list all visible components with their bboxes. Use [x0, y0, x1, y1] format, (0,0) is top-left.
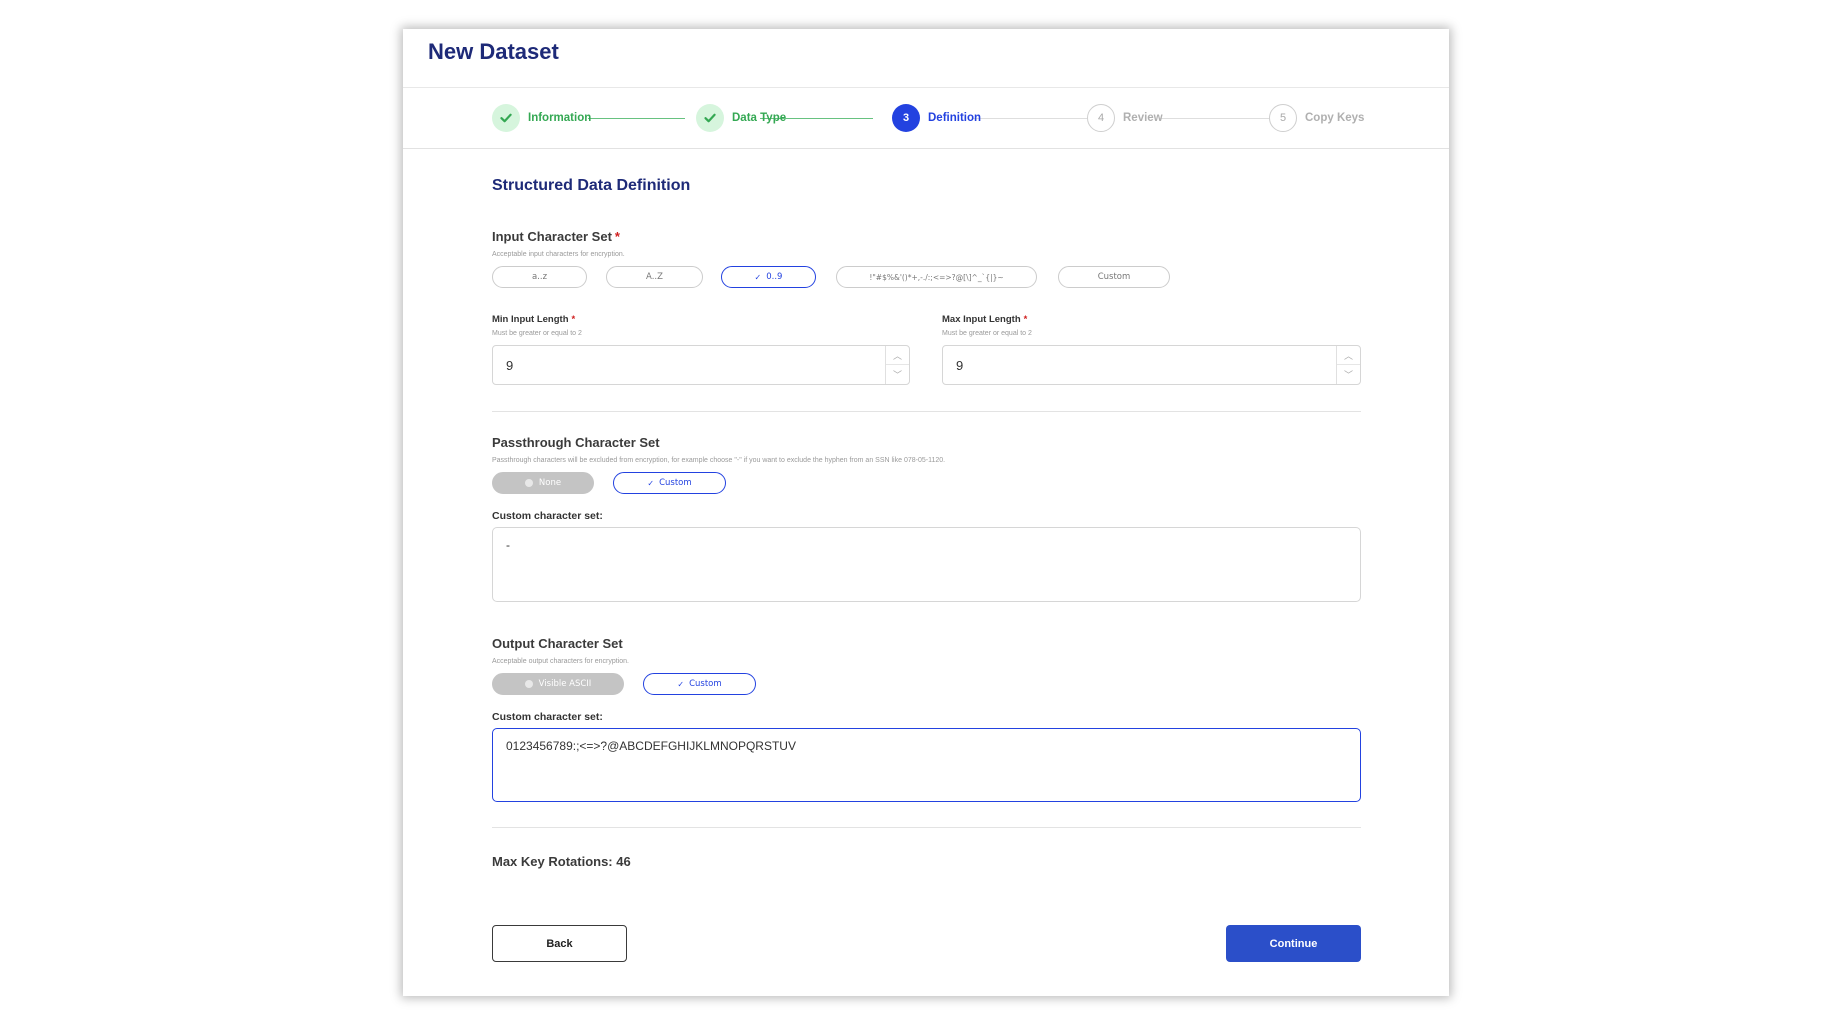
check-icon: ✓	[754, 272, 762, 282]
passthrough-custom-value: -	[506, 538, 510, 552]
min-length-label: Min Input Length *	[492, 314, 575, 325]
option-label: !"#$%&'()*+,-./:;<=>?@[\]^_`{|}~	[869, 272, 1004, 282]
max-length-hint: Must be greater or equal to 2	[942, 330, 1032, 337]
max-key-rotations: Max Key Rotations: 46	[492, 854, 631, 869]
output-charset-hint: Acceptable output characters for encrypt…	[492, 658, 629, 665]
passthrough-hint: Passthrough characters will be excluded …	[492, 457, 946, 464]
passthrough-label: Passthrough Character Set	[492, 435, 660, 450]
required-mark: *	[1023, 314, 1028, 325]
required-mark: *	[571, 314, 576, 325]
output-option-custom[interactable]: ✓ Custom	[643, 673, 756, 695]
min-length-hint: Must be greater or equal to 2	[492, 330, 582, 337]
step-copy-keys[interactable]: 5 Copy Keys	[1269, 104, 1364, 132]
required-mark: *	[614, 229, 620, 244]
option-label: Custom	[1097, 272, 1131, 282]
radio-icon	[524, 680, 533, 688]
min-length-input[interactable]: 9 ︿ ﹀	[492, 345, 910, 385]
step-label: Information	[528, 112, 592, 124]
output-custom-value: 0123456789:;<=>?@ABCDEFGHIJKLMNOPQRSTUV	[506, 739, 796, 753]
max-length-label: Max Input Length *	[942, 314, 1027, 325]
step-number: 3	[892, 104, 920, 132]
max-length-input[interactable]: 9 ︿ ﹀	[942, 345, 1361, 385]
step-label: Review	[1123, 112, 1163, 124]
section-divider	[492, 827, 1361, 828]
option-label: None	[538, 478, 562, 488]
check-icon: ✓	[677, 679, 685, 689]
charset-option-uppercase[interactable]: A..Z	[606, 266, 703, 288]
step-information[interactable]: Information	[492, 104, 591, 132]
step-definition[interactable]: 3 Definition	[892, 104, 981, 132]
check-icon	[696, 104, 724, 132]
max-length-value: 9	[956, 358, 964, 373]
charset-option-symbols[interactable]: !"#$%&'()*+,-./:;<=>?@[\]^_`{|}~	[836, 266, 1037, 288]
step-label: Definition	[928, 112, 982, 124]
max-length-stepper[interactable]: ︿ ﹀	[1336, 346, 1360, 384]
passthrough-option-custom[interactable]: ✓ Custom	[613, 472, 726, 494]
output-option-visible-ascii[interactable]: Visible ASCII	[492, 673, 624, 695]
max-length-label-text: Max Input Length	[942, 314, 1021, 325]
step-connector	[588, 118, 685, 119]
step-number: 5	[1269, 104, 1297, 132]
option-label: Custom	[659, 478, 692, 488]
charset-option-digits[interactable]: ✓ 0..9	[721, 266, 816, 288]
passthrough-option-none[interactable]: None	[492, 472, 594, 494]
passthrough-custom-label: Custom character set:	[492, 510, 603, 522]
chevron-down-icon[interactable]: ﹀	[886, 365, 909, 384]
radio-icon	[524, 479, 533, 487]
check-icon	[492, 104, 520, 132]
section-divider	[492, 411, 1361, 412]
stepper: Information Data Type 3 Definition 4 Rev…	[403, 87, 1449, 149]
input-charset-label-text: Input Character Set	[492, 229, 612, 244]
min-length-value: 9	[506, 358, 514, 373]
page-title: New Dataset	[428, 39, 559, 64]
charset-option-custom[interactable]: Custom	[1058, 266, 1170, 288]
step-connector	[1159, 118, 1271, 119]
option-label: A..Z	[646, 272, 663, 282]
step-connector	[973, 118, 1099, 119]
new-dataset-card: New Dataset Information Data Type 3 Defi…	[403, 29, 1449, 996]
step-review[interactable]: 4 Review	[1087, 104, 1163, 132]
output-custom-label: Custom character set:	[492, 711, 603, 723]
min-length-stepper[interactable]: ︿ ﹀	[885, 346, 909, 384]
input-charset-label: Input Character Set *	[492, 229, 620, 244]
check-icon: ✓	[647, 478, 655, 488]
option-label: 0..9	[766, 272, 783, 282]
option-label: Custom	[689, 679, 722, 689]
chevron-up-icon[interactable]: ︿	[886, 346, 909, 365]
continue-button[interactable]: Continue	[1226, 925, 1361, 962]
chevron-up-icon[interactable]: ︿	[1337, 346, 1360, 365]
input-charset-hint: Acceptable input characters for encrypti…	[492, 251, 625, 258]
back-button[interactable]: Back	[492, 925, 627, 962]
step-label: Data Type	[732, 112, 787, 124]
form-title: Structured Data Definition	[492, 177, 691, 194]
option-label: a..z	[531, 272, 548, 282]
option-label: Visible ASCII	[538, 679, 592, 689]
charset-option-lowercase[interactable]: a..z	[492, 266, 587, 288]
output-custom-input[interactable]: 0123456789:;<=>?@ABCDEFGHIJKLMNOPQRSTUV	[492, 728, 1361, 802]
output-charset-label: Output Character Set	[492, 636, 623, 651]
passthrough-custom-input[interactable]: -	[492, 527, 1361, 602]
step-data-type[interactable]: Data Type	[696, 104, 786, 132]
step-label: Copy Keys	[1305, 112, 1365, 124]
chevron-down-icon[interactable]: ﹀	[1337, 365, 1360, 384]
step-number: 4	[1087, 104, 1115, 132]
min-length-label-text: Min Input Length	[492, 314, 569, 325]
